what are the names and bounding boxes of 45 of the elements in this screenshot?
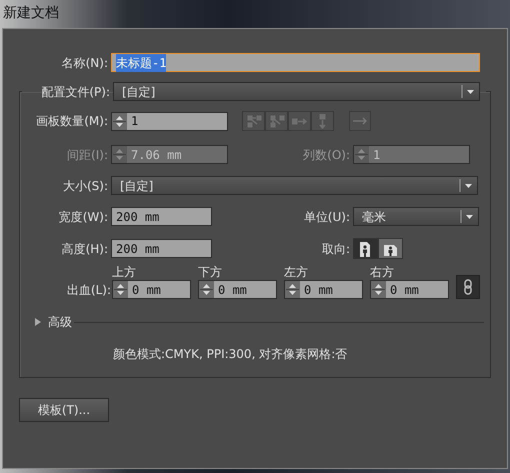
number-field[interactable]: 0 mm [198,280,277,299]
field-label: 列数(O): [302,146,350,164]
stepper-icon [113,281,128,298]
stepper-icon [354,146,369,163]
number-field[interactable]: 0 mm [284,280,363,299]
chain-link-icon [463,279,473,295]
arrow-right-icon [352,116,368,126]
name-field[interactable]: 未标题-1 [111,53,480,72]
field-label: 取向: [320,240,350,258]
field-label: 右方 [370,265,395,279]
field-label: 间距(I): [66,146,108,164]
field-label: 画板数量(M): [35,113,108,130]
disclosure-triangle-icon [34,317,42,327]
field-label: 高度(H): [60,240,108,258]
stepper-icon [112,112,127,130]
arrange-column-icon [319,114,326,128]
field-label: 配置文件(P): [40,84,110,100]
field-label: 单位(U): [302,208,350,226]
window-title: 新建文档 [3,4,59,23]
dropdown[interactable]: [自定] [113,82,480,101]
dropdown[interactable]: 毫米 [353,207,479,226]
stepper-icon [285,281,300,298]
field-label: 出血(L): [66,282,111,299]
field-label: 左方 [284,265,309,279]
dropdown[interactable]: [自定] [111,176,478,195]
text-field[interactable]: 200 mm [111,207,212,226]
link-button[interactable] [456,275,480,299]
advanced-toggle[interactable]: 高级 [34,313,72,331]
number-field[interactable]: 1 [111,112,228,130]
portrait-button[interactable] [353,238,378,259]
stepper-icon [199,281,214,298]
field-label: 宽度(W): [58,208,108,226]
document-summary: 颜色模式:CMYK, PPI:300, 对齐像素网格:否 [113,346,348,363]
text-field[interactable]: 200 mm [111,239,212,258]
field-label: 大小(S): [62,178,108,194]
template-button[interactable]: 模板(T)... [19,398,109,422]
number-field[interactable]: 0 mm [370,280,449,299]
stepper-icon [112,146,127,163]
number-field[interactable]: 0 mm [112,280,191,299]
field-label: 下方 [198,265,223,279]
landscape-button[interactable] [378,238,403,259]
field-label: 上方 [112,265,137,279]
field-label: 名称(N): [60,54,108,72]
stepper-icon [371,281,386,298]
arrange-row-icon [292,118,307,124]
